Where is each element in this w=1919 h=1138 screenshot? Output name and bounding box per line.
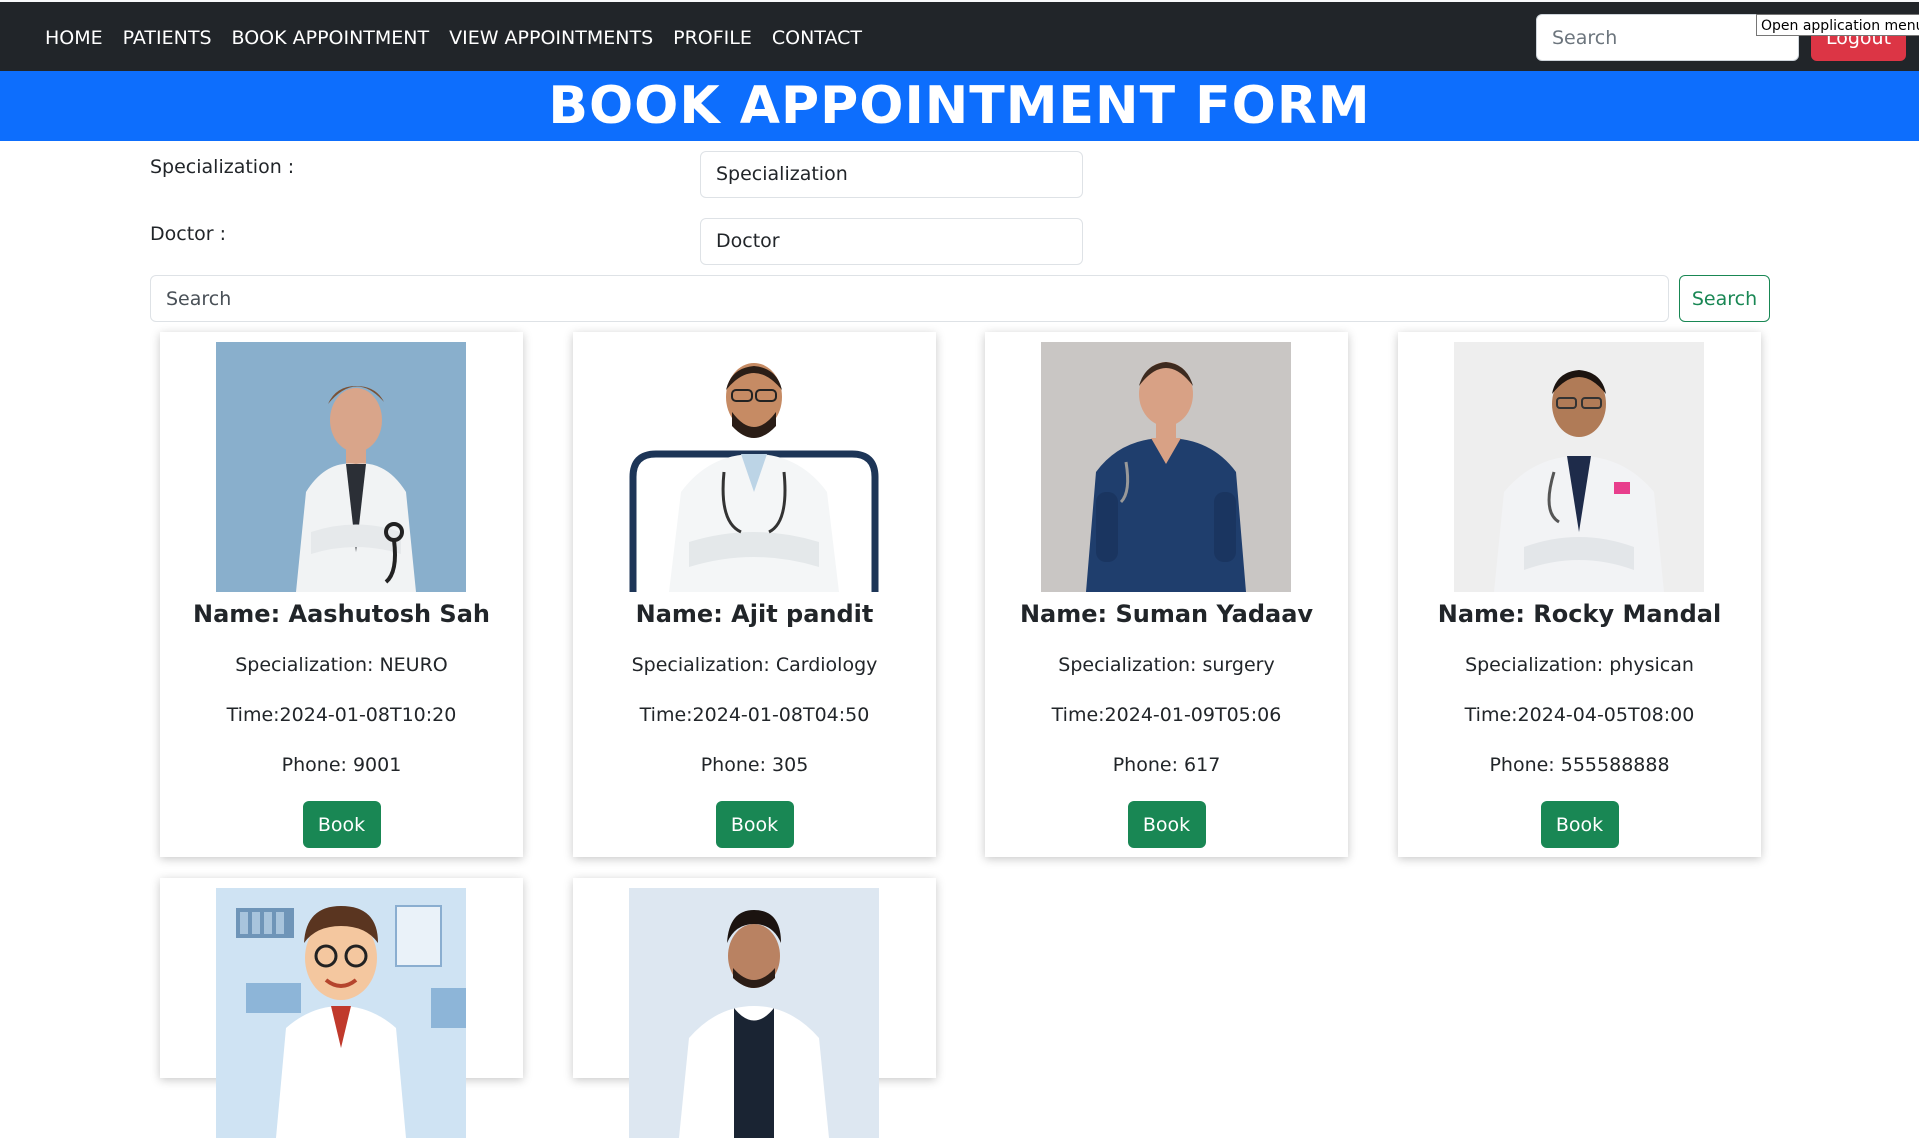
book-button[interactable]: Book [1540,801,1619,848]
doctor-select[interactable]: Doctor [700,218,1083,265]
specialization-label: Specialization : [150,156,295,178]
nav-link-book-appointment[interactable]: BOOK APPOINTMENT [232,27,430,49]
doctor-specialization: Specialization: physican [1465,654,1694,676]
doctor-phone: Phone: 617 [1112,754,1221,776]
specialization-select[interactable]: Specialization [700,151,1083,198]
nav-link-contact[interactable]: CONTACT [772,27,862,49]
doctor-name: Name: Aashutosh Sah [193,600,490,628]
doctor-name: Name: Ajit pandit [635,600,874,628]
doctor-label: Doctor : [150,223,227,245]
doctor-cartoon-illustration [216,888,466,1138]
doctor-card: Name: Rocky Mandal Specialization: physi… [1398,332,1761,857]
book-button[interactable]: Book [302,801,381,848]
doctor-name: Name: Suman Yadaav [1019,600,1314,628]
doctor-name: Name: Rocky Mandal [1437,600,1722,628]
doctor-photo-young [629,888,879,1138]
application-menu-tooltip: Open application menu [1756,14,1919,36]
doctor-time: Time:2024-01-08T10:20 [226,704,457,726]
doctor-card [573,878,936,1138]
doctor-phone: Phone: 9001 [281,754,402,776]
doctor-photo-scrubs [1041,342,1291,592]
book-button[interactable]: Book [1127,801,1206,848]
search-button[interactable]: Search [1679,275,1770,322]
page-title: BOOK APPOINTMENT FORM [0,71,1919,141]
doctor-card: Name: Aashutosh Sah Specialization: NEUR… [160,332,523,857]
nav-link-patients[interactable]: PATIENTS [123,27,212,49]
doctor-time: Time:2024-01-08T04:50 [639,704,870,726]
navbar: HOME PATIENTS BOOK APPOINTMENT VIEW APPO… [0,0,1919,71]
nav-link-home[interactable]: HOME [45,27,103,49]
doctor-specialization: Specialization: surgery [1058,654,1275,676]
nav-link-view-appointments[interactable]: VIEW APPOINTMENTS [449,27,653,49]
doctor-phone: Phone: 305 [700,754,809,776]
doctor-photo-glasses [1454,342,1704,592]
doctor-card [160,878,523,1138]
doctor-time: Time:2024-04-05T08:00 [1464,704,1695,726]
doctor-phone: Phone: 555588888 [1489,754,1670,776]
doctor-card: Name: Suman Yadaav Specialization: surge… [985,332,1348,857]
doctor-photo-arms-crossed [629,342,879,592]
doctor-time: Time:2024-01-09T05:06 [1051,704,1282,726]
nav-links: HOME PATIENTS BOOK APPOINTMENT VIEW APPO… [45,2,882,73]
doctor-search-input[interactable] [150,275,1669,322]
book-button[interactable]: Book [715,801,794,848]
doctor-specialization: Specialization: Cardiology [631,654,878,676]
doctor-card: Name: Ajit pandit Specialization: Cardio… [573,332,936,857]
nav-link-profile[interactable]: PROFILE [673,27,752,49]
doctor-photo-white-coat [216,342,466,592]
doctor-specialization: Specialization: NEURO [235,654,448,676]
